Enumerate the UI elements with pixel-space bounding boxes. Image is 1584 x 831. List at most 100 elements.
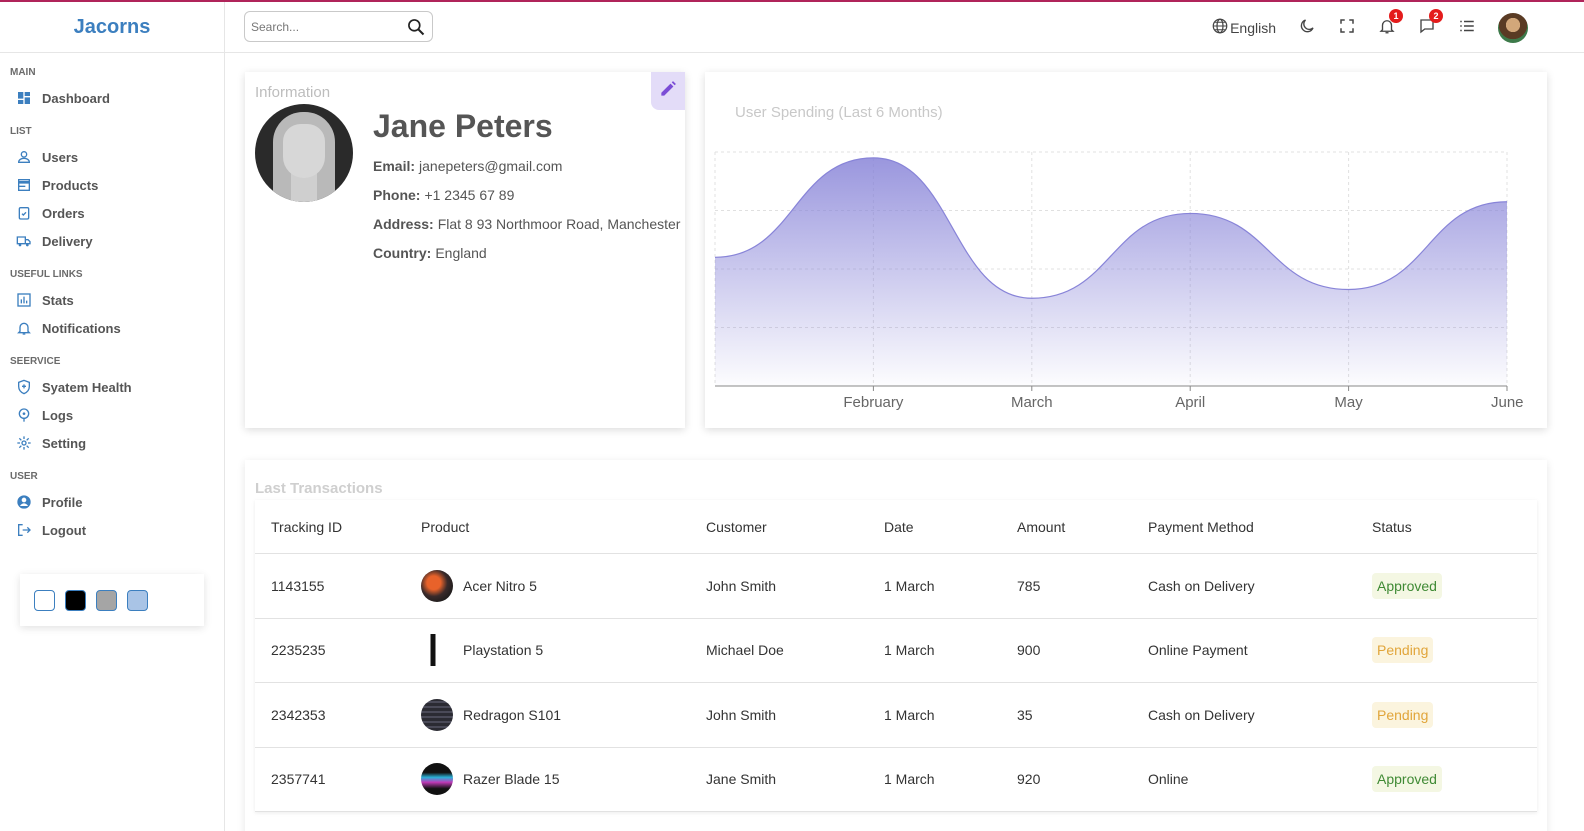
email-row: Email: janepeters@gmail.com (373, 158, 562, 174)
sidebar-item-notifications[interactable]: Notifications (10, 314, 224, 342)
amount: 920 (1017, 771, 1041, 788)
sidebar-item-label: Stats (42, 292, 74, 308)
header-payment-method[interactable]: Payment Method (1148, 519, 1372, 535)
product-cell: Razer Blade 15 (421, 763, 706, 796)
sidebar-item-profile[interactable]: Profile (10, 488, 224, 516)
payment-method: Online (1148, 771, 1189, 788)
theme-swatch-gray[interactable] (96, 589, 117, 611)
logs-icon (16, 407, 32, 423)
status-badge: Approved (1372, 766, 1442, 793)
customer: Michael Doe (706, 642, 784, 659)
information-label: Information (255, 84, 331, 101)
date: 1 March (884, 706, 935, 723)
status-badge: Approved (1372, 572, 1442, 599)
sidebar-item-setting[interactable]: Setting (10, 429, 224, 457)
address-label: Address: (373, 216, 434, 232)
theme-swatch-white[interactable] (34, 589, 55, 611)
menu-section-title: USER (10, 471, 38, 482)
shield-icon (16, 379, 32, 395)
product-name: Acer Nitro 5 (463, 577, 537, 594)
sidebar-menu: MAIN Dashboard LIST Users Products Order… (0, 53, 224, 544)
country-value: England (435, 245, 487, 261)
transactions-section: Last Transactions Tracking ID Product Cu… (245, 460, 1547, 831)
sidebar-item-system-health[interactable]: Syatem Health (10, 373, 224, 401)
x-tick-label: April (1175, 394, 1205, 411)
language-selector[interactable]: English (1211, 17, 1276, 38)
messages-button[interactable]: 2 (1418, 9, 1443, 38)
date: 1 March (884, 577, 935, 594)
customer: John Smith (706, 706, 777, 723)
product-image (421, 634, 453, 667)
date: 1 March (884, 642, 935, 659)
country-label: Country: (373, 245, 432, 261)
table-row[interactable]: 2342353 Redragon S101 John Smith 1 March… (255, 683, 1537, 748)
sidebar-item-orders[interactable]: Orders (10, 199, 224, 227)
user-avatar[interactable] (1498, 12, 1528, 43)
header-tracking-id[interactable]: Tracking ID (255, 519, 421, 535)
dashboard-icon (16, 90, 32, 106)
table-header: Tracking ID Product Customer Date Amount… (255, 500, 1537, 554)
sidebar-item-label: Logs (42, 407, 74, 423)
sidebar-item-label: Logout (42, 522, 87, 538)
header-status[interactable]: Status (1372, 519, 1522, 535)
sidebar-item-logout[interactable]: Logout (10, 516, 224, 544)
spending-chart-card: User Spending (Last 6 Months) February Ma… (705, 72, 1547, 428)
theme-swatch-black[interactable] (65, 589, 86, 611)
header-customer[interactable]: Customer (706, 519, 884, 535)
menu-section-title: MAIN (10, 67, 36, 78)
sidebar-item-logs[interactable]: Logs (10, 401, 224, 429)
stats-icon (16, 292, 32, 308)
menu-section-title: USEFUL LINKS (10, 269, 83, 280)
search-icon[interactable] (406, 17, 426, 37)
sidebar-item-label: Notifications (42, 320, 121, 336)
payment-method: Online Payment (1148, 642, 1248, 659)
table-row[interactable]: 2235235 Playstation 5 Michael Doe 1 Marc… (255, 619, 1537, 683)
fullscreen-button[interactable] (1338, 17, 1356, 38)
amount: 900 (1017, 642, 1041, 659)
sidebar-item-dashboard[interactable]: Dashboard (10, 84, 224, 112)
phone-value: +1 2345 67 89 (424, 187, 515, 203)
messages-badge: 2 (1429, 9, 1443, 23)
header-product[interactable]: Product (421, 519, 706, 535)
search-input[interactable] (251, 19, 401, 34)
tracking-id: 2235235 (271, 642, 326, 659)
profile-photo (255, 104, 353, 202)
information-card: Information Jane Peters Email: janepeters… (245, 72, 685, 428)
edit-button[interactable] (651, 72, 685, 110)
sidebar-item-stats[interactable]: Stats (10, 286, 224, 314)
notifications-button[interactable]: 1 (1378, 9, 1403, 38)
sidebar-item-users[interactable]: Users (10, 143, 224, 171)
tracking-id: 2342353 (271, 706, 326, 723)
header-amount[interactable]: Amount (1017, 519, 1148, 535)
email-value: janepeters@gmail.com (419, 158, 563, 174)
menu-section-title: SEERVICE (10, 356, 61, 367)
header-date[interactable]: Date (884, 519, 1017, 535)
dark-mode-toggle[interactable] (1298, 17, 1316, 38)
navbar-actions: English 1 2 (1211, 2, 1584, 53)
theme-swatch-blue[interactable] (127, 589, 148, 611)
pencil-icon (658, 79, 678, 104)
table-row[interactable]: 1143155 Acer Nitro 5 John Smith 1 March … (255, 554, 1537, 619)
sidebar-item-products[interactable]: Products (10, 171, 224, 199)
sidebar-item-delivery[interactable]: Delivery (10, 227, 224, 255)
x-tick-label: February (843, 394, 904, 411)
bell-icon (16, 320, 32, 336)
table-row[interactable]: 2357741 Razer Blade 15 Jane Smith 1 Marc… (255, 748, 1537, 812)
x-tick-label: May (1334, 394, 1363, 411)
app-logo[interactable]: Jacorns (74, 16, 151, 39)
product-cell: Acer Nitro 5 (421, 569, 706, 602)
x-tick-label: June (1491, 394, 1524, 411)
payment-method: Cash on Delivery (1148, 706, 1255, 723)
product-name: Razer Blade 15 (463, 771, 560, 788)
list-menu-button[interactable] (1458, 17, 1476, 38)
moon-icon (1298, 17, 1316, 38)
search-box (244, 11, 433, 42)
customer: Jane Smith (706, 771, 777, 788)
sidebar-item-label: Orders (42, 205, 85, 221)
spending-area (715, 157, 1507, 386)
store-icon (16, 177, 32, 193)
globe-icon (1211, 17, 1229, 38)
sidebar-item-label: Dashboard (42, 90, 110, 106)
orders-icon (16, 205, 32, 221)
address-value: Flat 8 93 Northmoor Road, Manchester (437, 216, 681, 232)
